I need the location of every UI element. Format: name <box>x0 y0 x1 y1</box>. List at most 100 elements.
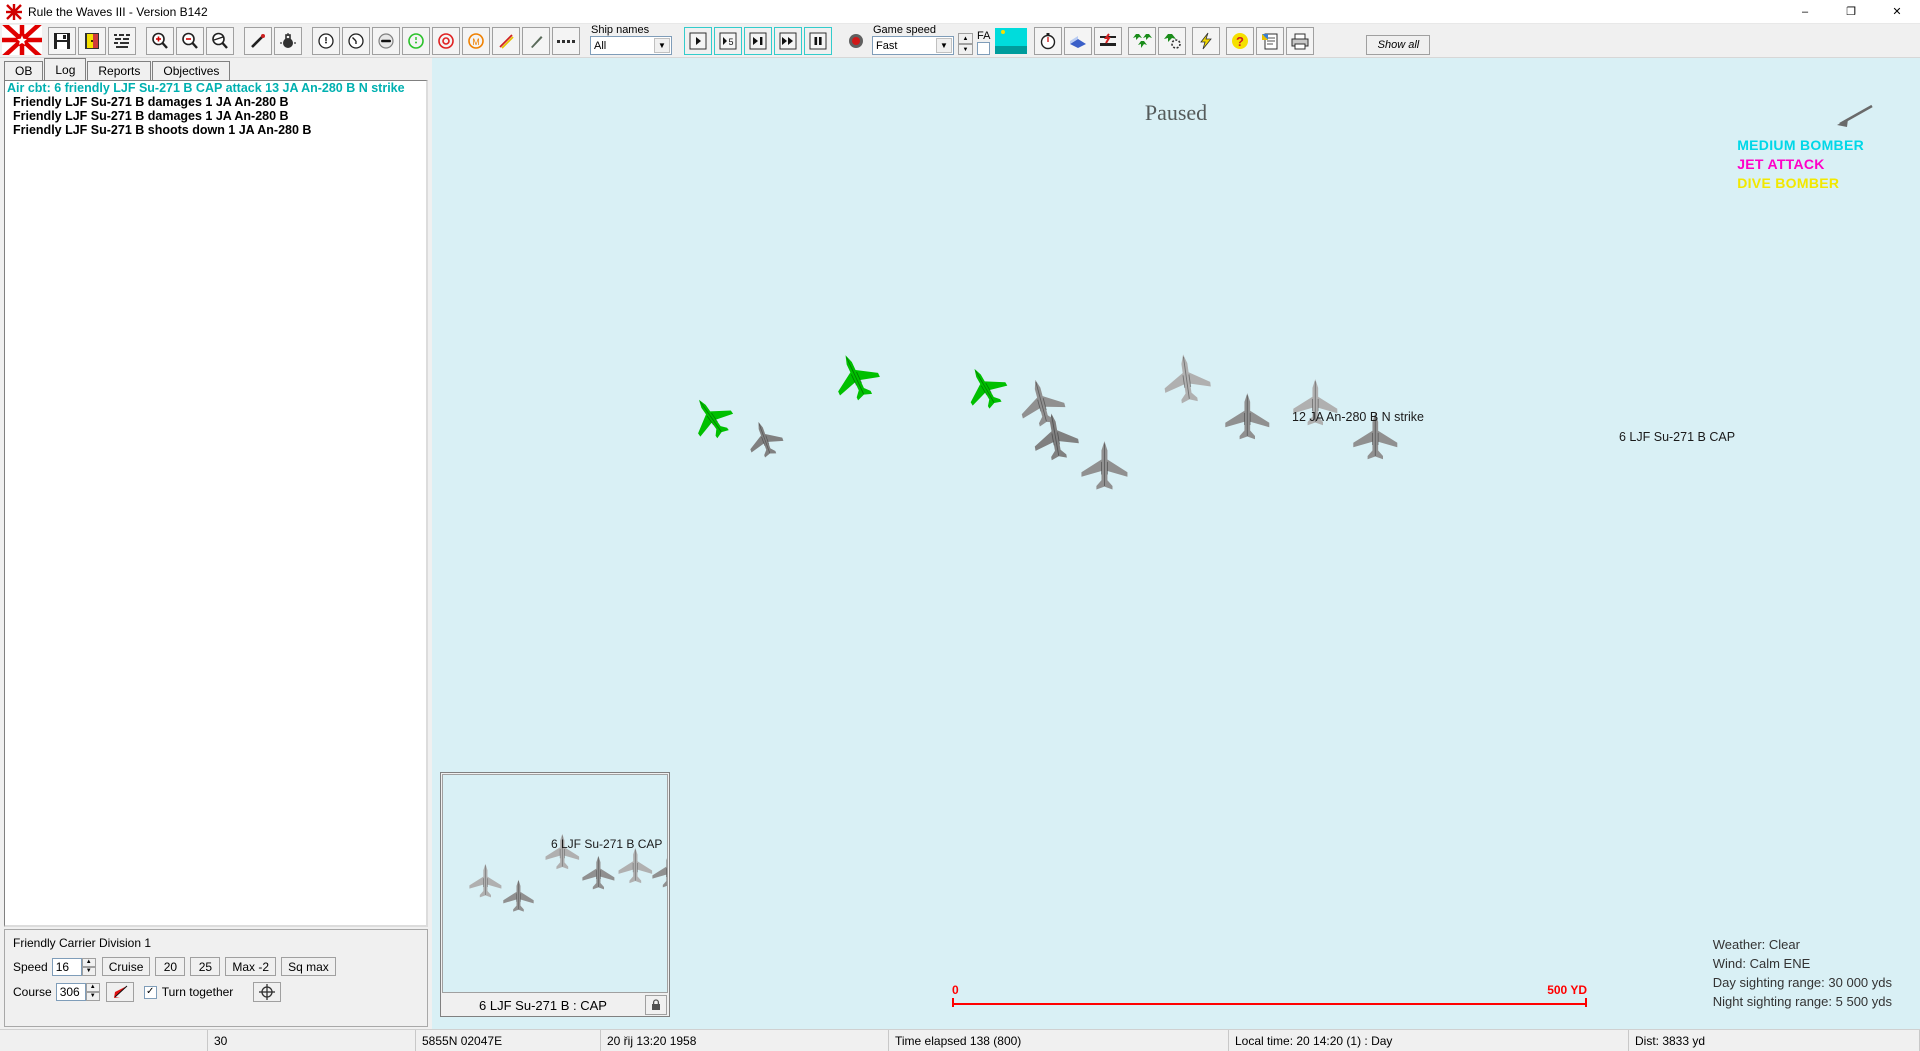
speed-stepper-down[interactable]: ▼ <box>82 967 96 976</box>
rising-sun-flag-icon[interactable] <box>2 25 42 55</box>
fa-checkbox-box[interactable] <box>977 42 990 55</box>
aircraft-squadron-button[interactable] <box>1128 27 1156 55</box>
close-button[interactable]: ✕ <box>1874 0 1920 24</box>
step-5-button[interactable]: 5 <box>714 27 742 55</box>
aircraft-marker-friendly[interactable] <box>822 344 888 409</box>
inset-aircraft-marker[interactable] <box>650 853 668 888</box>
fleet-button[interactable] <box>108 27 136 55</box>
chevron-down-icon[interactable]: ▼ <box>936 38 952 53</box>
file-tool-group <box>48 27 138 55</box>
exit-button[interactable] <box>78 27 106 55</box>
aircraft-marker-friendly[interactable] <box>954 356 1016 417</box>
red-target-button[interactable] <box>432 27 460 55</box>
game-speed-select[interactable]: Fast ▼ <box>872 36 954 55</box>
clock-circle-icon-button[interactable] <box>312 27 340 55</box>
help-button[interactable]: ? <box>1226 27 1254 55</box>
report-button[interactable] <box>1256 27 1284 55</box>
record-dot-icon[interactable] <box>842 27 870 55</box>
aircraft-marker-enemy[interactable] <box>1222 392 1273 440</box>
speed-stepper-up[interactable]: ▲ <box>82 958 96 967</box>
aircraft-settings-button[interactable] <box>1158 27 1186 55</box>
tactical-map[interactable]: Paused MEDIUM BOMBER JET ATTACK DIVE BOM… <box>432 58 1920 1029</box>
status-bar: 30 5855N 02047E 20 řij 13:20 1958 Time e… <box>0 1029 1920 1051</box>
tab-ob[interactable]: OB <box>4 61 43 80</box>
padlock-icon-button[interactable] <box>645 995 667 1015</box>
stopwatch-button[interactable] <box>1034 27 1062 55</box>
status-elapsed: Time elapsed 138 (800) <box>889 1030 1229 1051</box>
torpedo-button[interactable] <box>244 27 272 55</box>
green-circle-button[interactable] <box>402 27 430 55</box>
inset-aircraft-marker[interactable] <box>580 855 617 890</box>
log-list[interactable]: Air cbt: 6 friendly LJF Su-271 B CAP att… <box>4 80 428 927</box>
course-stepper[interactable]: ▲ ▼ <box>86 983 100 1001</box>
show-all-button[interactable]: Show all <box>1366 35 1430 55</box>
ruler-button[interactable] <box>492 27 520 55</box>
speed-input[interactable]: 16 <box>52 958 82 976</box>
save-button[interactable] <box>48 27 76 55</box>
chevron-down-icon[interactable]: ▼ <box>654 38 670 53</box>
ship-names-select[interactable]: All ▼ <box>590 36 672 55</box>
game-speed-field: Game speed Fast ▼ <box>872 24 954 55</box>
clock-hand-icon-button[interactable] <box>342 27 370 55</box>
zoom-tool-group <box>146 27 236 55</box>
stepper-down[interactable]: ▼ <box>958 44 973 55</box>
orange-m-circle-button[interactable]: M <box>462 27 490 55</box>
squadron-inset-panel[interactable]: 6 LJF Su-271 B CAP 6 LJF Su-271 B : CAP <box>440 772 670 1017</box>
aircraft-marker-enemy[interactable] <box>1026 408 1084 464</box>
course-stepper-down[interactable]: ▼ <box>86 992 100 1001</box>
speed-preset-cruise[interactable]: Cruise <box>102 957 151 976</box>
step-fast-button[interactable] <box>774 27 802 55</box>
log-entry: Friendly LJF Su-271 B damages 1 JA An-28… <box>5 109 426 123</box>
pause-button[interactable] <box>804 27 832 55</box>
red-arrow-icon-button[interactable] <box>106 982 134 1002</box>
tab-objectives[interactable]: Objectives <box>152 61 230 80</box>
aircraft-tool-group <box>1128 27 1188 55</box>
game-speed-value: Fast <box>876 40 897 52</box>
speed-preset-20[interactable]: 20 <box>155 957 185 976</box>
squadron-inset-map[interactable]: 6 LJF Su-271 B CAP <box>442 774 668 993</box>
aircraft-marker-enemy[interactable] <box>740 414 790 463</box>
manual-button[interactable] <box>1064 27 1092 55</box>
course-input[interactable]: 306 <box>56 983 86 1001</box>
minimize-button[interactable]: – <box>1782 0 1828 24</box>
legend-medium-bomber: MEDIUM BOMBER <box>1737 136 1864 155</box>
dots-button[interactable] <box>552 27 580 55</box>
pencil-button[interactable] <box>522 27 550 55</box>
inset-overlay-label: 6 LJF Su-271 B CAP <box>551 837 662 851</box>
maximize-button[interactable]: ❐ <box>1828 0 1874 24</box>
zoom-in-button[interactable] <box>146 27 174 55</box>
flash-button[interactable] <box>1192 27 1220 55</box>
crosshair-icon-button[interactable] <box>253 982 281 1002</box>
stepper-up[interactable]: ▲ <box>958 33 973 44</box>
inset-aircraft-marker[interactable] <box>501 879 536 912</box>
mine-button[interactable] <box>274 27 302 55</box>
zoom-fit-button[interactable] <box>206 27 234 55</box>
turn-together-box[interactable]: ✓ <box>144 986 157 999</box>
aircraft-marker-cap[interactable] <box>1157 350 1216 407</box>
game-speed-stepper[interactable]: ▲ ▼ <box>958 33 973 55</box>
tab-reports[interactable]: Reports <box>87 61 151 80</box>
step-1-button[interactable] <box>684 27 712 55</box>
tab-log[interactable]: Log <box>44 58 86 80</box>
speed-preset-25[interactable]: 25 <box>190 957 220 976</box>
inset-aircraft-marker[interactable] <box>467 863 504 898</box>
speed-preset-sq-max[interactable]: Sq max <box>281 957 336 976</box>
damage-button[interactable] <box>1094 27 1122 55</box>
log-entry: Air cbt: 6 friendly LJF Su-271 B CAP att… <box>5 81 426 95</box>
zoom-out-button[interactable] <box>176 27 204 55</box>
course-stepper-up[interactable]: ▲ <box>86 983 100 992</box>
step-half-button[interactable] <box>744 27 772 55</box>
print-button[interactable] <box>1286 27 1314 55</box>
inset-aircraft-marker[interactable] <box>616 847 655 884</box>
speed-preset-max-2[interactable]: Max -2 <box>225 957 276 976</box>
turn-together-checkbox[interactable]: ✓ Turn together <box>144 985 234 999</box>
speed-stepper[interactable]: ▲ ▼ <box>82 958 96 976</box>
weather-condition: Weather: Clear <box>1713 935 1892 954</box>
fa-checkbox[interactable]: FA <box>977 30 990 55</box>
game-speed-label: Game speed <box>872 24 954 36</box>
squadron-inset-footer: 6 LJF Su-271 B : CAP <box>441 994 669 1016</box>
aircraft-marker-friendly[interactable] <box>680 386 743 448</box>
sea-state-button[interactable] <box>994 27 1028 55</box>
dash-circle-icon-button[interactable] <box>372 27 400 55</box>
aircraft-marker-enemy[interactable] <box>1078 440 1131 491</box>
